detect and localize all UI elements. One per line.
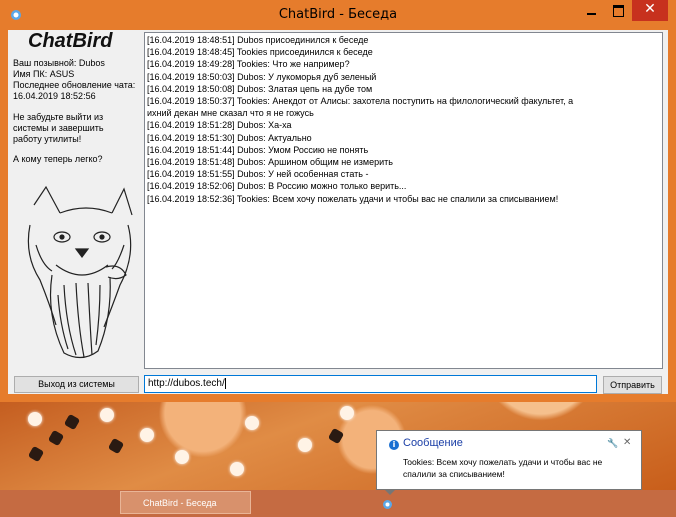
chat-message: [16.04.2019 18:51:48] Dubos: Аршином общ… xyxy=(147,157,393,168)
notification-balloon[interactable]: i Сообщение 🔧 ✕ Tookies: Всем хочу пожел… xyxy=(376,430,642,490)
send-button[interactable]: Отправить xyxy=(603,376,662,394)
close-icon: ✕ xyxy=(644,1,656,17)
chat-message: [16.04.2019 18:51:44] Dubos: Умом Россию… xyxy=(147,144,369,155)
pc-name-text: Имя ПК: ASUS xyxy=(13,69,75,79)
chat-message: [16.04.2019 18:51:55] Dubos: У ней особе… xyxy=(147,169,369,180)
chat-message: [16.04.2019 18:49:28] Tookies: Что же на… xyxy=(147,59,350,70)
notification-text: Tookies: Всем хочу пожелать удачи и чтоб… xyxy=(403,456,635,480)
chat-message-continuation: ихний декан мне сказал что я не гожусь xyxy=(147,108,314,119)
notification-text-line: спалили за списыванием! xyxy=(403,469,505,479)
callsign-text: Ваш позывной: Dubos xyxy=(13,58,105,68)
sidebar: ChatBird Ваш позывной: Dubos Имя ПК: ASU… xyxy=(8,30,142,394)
taskbar-item-chatbird[interactable]: ChatBird - Беседа xyxy=(120,491,251,514)
minimize-button[interactable] xyxy=(577,0,605,21)
chat-message: [16.04.2019 18:50:08] Dubos: Златая цепь… xyxy=(147,83,373,94)
chat-message: [16.04.2019 18:48:45] Tookies присоедини… xyxy=(147,47,373,58)
chat-message: [16.04.2019 18:48:51] Dubos присоединилс… xyxy=(147,35,369,45)
settings-wrench-icon[interactable]: 🔧 xyxy=(607,439,618,449)
window-title: ChatBird - Беседа xyxy=(278,7,398,22)
reminder-line-1: Не забудьте выйти из xyxy=(13,112,104,122)
bearded-cat-illustration xyxy=(27,185,133,359)
chatbird-window: ChatBird - Беседа ✕ ChatBird Ваш позывно… xyxy=(0,0,676,402)
reminder-line-2: системы и завершить xyxy=(13,123,104,133)
chat-message: [16.04.2019 18:52:36] Tookies: Всем хочу… xyxy=(147,193,559,204)
maximize-button[interactable] xyxy=(605,0,632,21)
chat-message: [16.04.2019 18:51:28] Dubos: Ха-ха xyxy=(147,120,292,131)
question-text: А кому теперь легко? xyxy=(13,154,103,164)
chat-message: [16.04.2019 18:51:30] Dubos: Актуально xyxy=(147,132,312,143)
text-caret xyxy=(224,377,226,389)
brand-title: ChatBird xyxy=(28,30,113,52)
taskbar xyxy=(0,490,676,517)
window-client-area: ChatBird Ваш позывной: Dubos Имя ПК: ASU… xyxy=(8,30,668,394)
notification-text-line: Tookies: Всем хочу пожелать удачи и чтоб… xyxy=(403,457,603,467)
chat-history[interactable]: [16.04.2019 18:48:51] Dubos присоединилс… xyxy=(144,32,663,369)
message-input[interactable]: http://dubos.tech/ xyxy=(144,375,597,393)
chat-message: [16.04.2019 18:52:06] Dubos: В Россию мо… xyxy=(147,181,407,192)
chat-message: [16.04.2019 18:50:03] Dubos: У лукоморья… xyxy=(147,71,377,82)
notification-title: Сообщение xyxy=(403,437,463,449)
last-update-label: Последнее обновление чата: xyxy=(13,80,136,90)
notification-close-icon[interactable]: ✕ xyxy=(623,437,631,448)
close-button[interactable]: ✕ xyxy=(632,0,668,21)
last-update-value: 16.04.2019 18:52:56 xyxy=(13,91,96,101)
info-icon: i xyxy=(389,440,399,450)
tray-app-icon[interactable] xyxy=(382,499,393,510)
message-input-value: http://dubos.tech/ xyxy=(148,378,225,389)
logout-button[interactable]: Выход из системы xyxy=(14,376,139,393)
title-bar[interactable]: ChatBird - Беседа ✕ xyxy=(0,0,676,30)
chat-message: [16.04.2019 18:50:37] Tookies: Анекдот о… xyxy=(147,96,574,107)
reminder-line-3: работу утилиты! xyxy=(13,134,82,144)
notification-tail xyxy=(384,489,396,495)
